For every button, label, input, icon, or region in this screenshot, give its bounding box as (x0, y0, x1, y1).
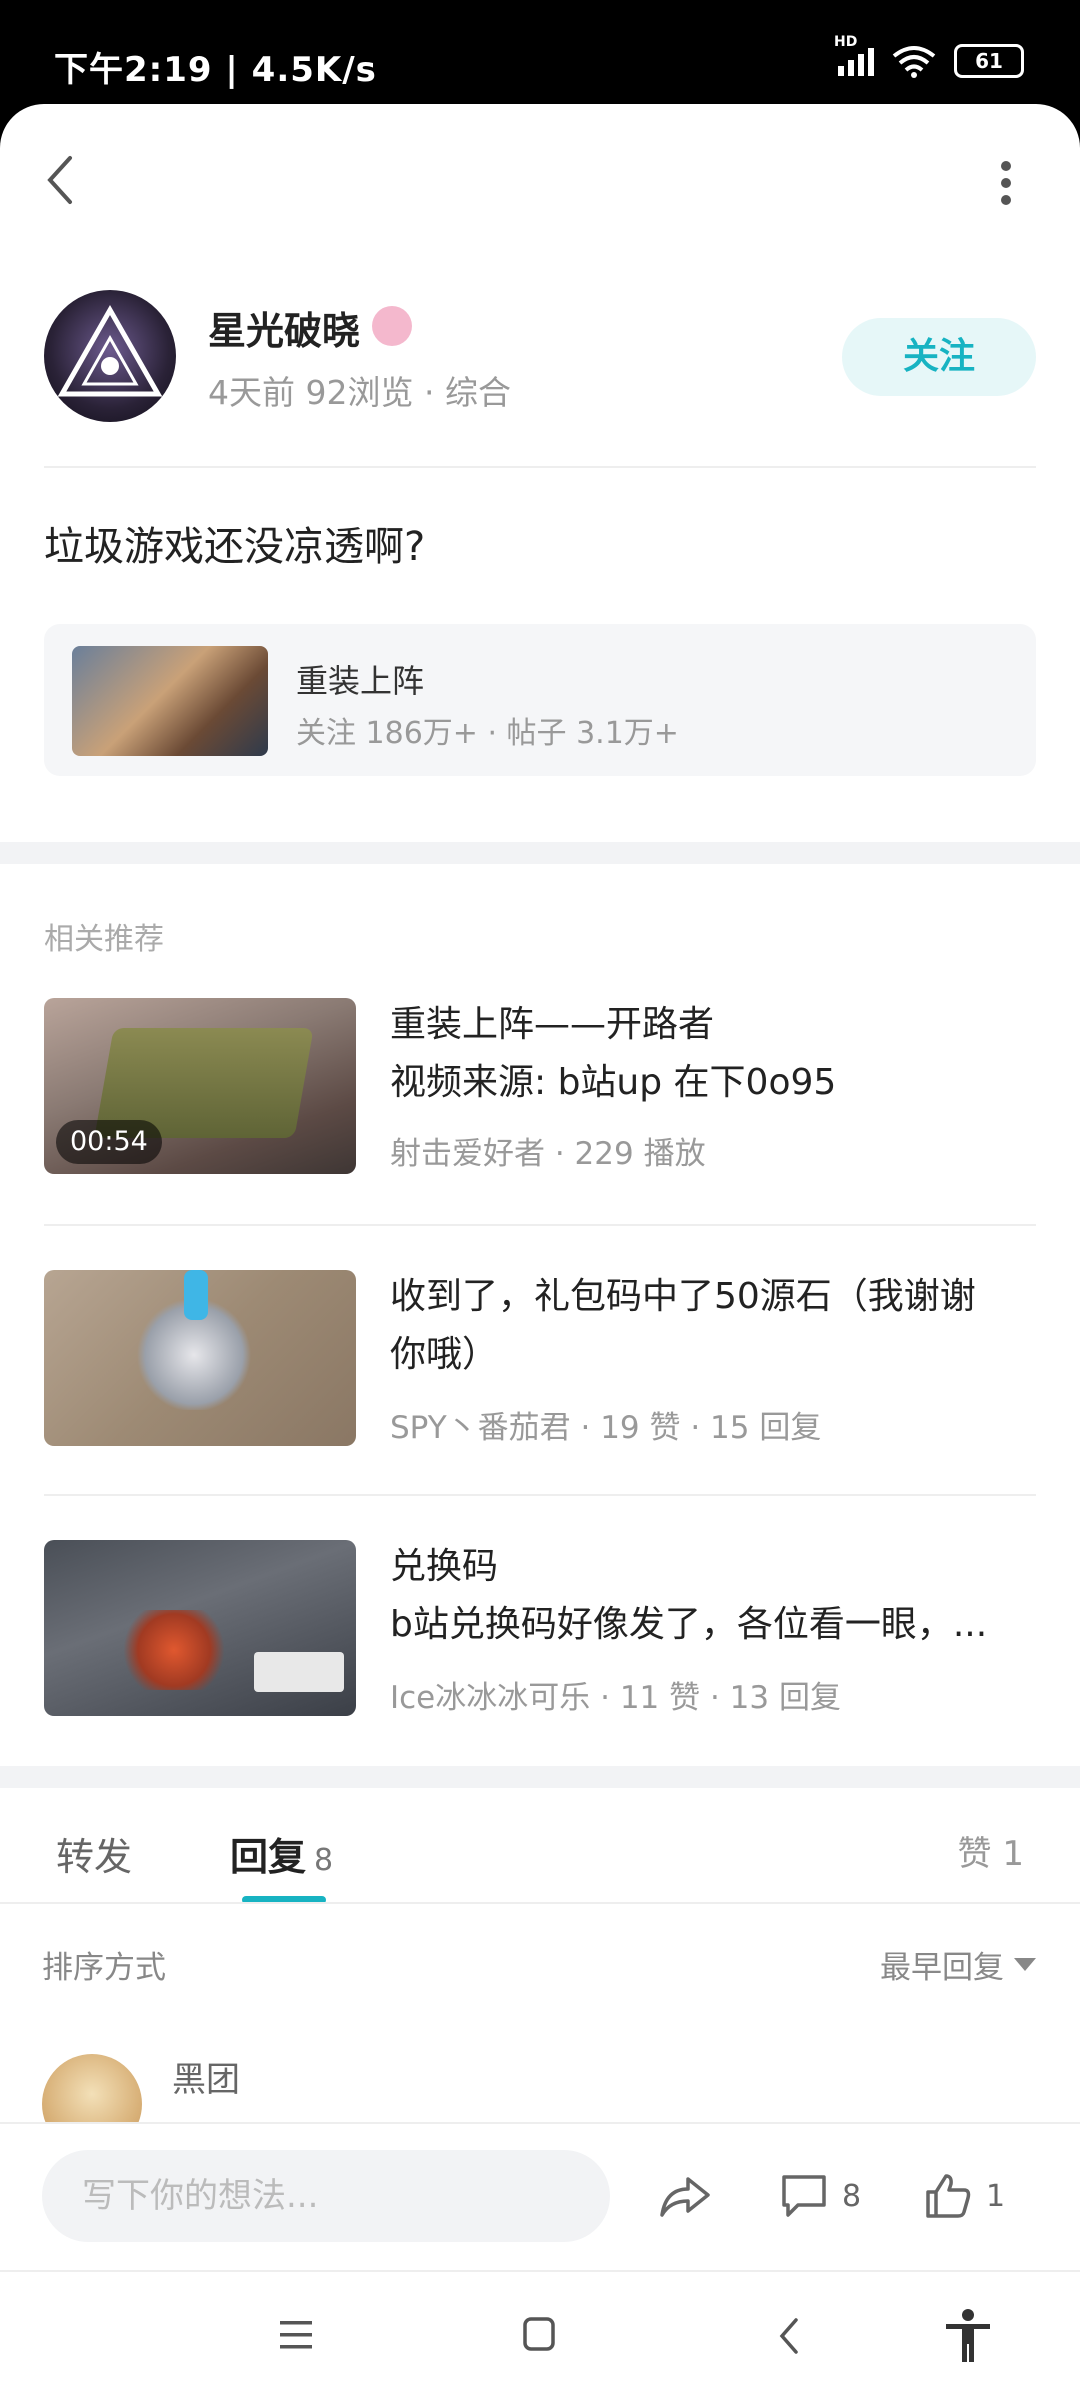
dropdown-arrow-icon (1014, 1957, 1036, 1971)
share-icon (660, 2177, 710, 2217)
recommend-title-line2: b站兑换码好像发了，各位看一眼，... (390, 1604, 988, 1645)
status-icons: HD 61 (834, 34, 1024, 78)
game-circle-name: 重装上阵 (296, 662, 425, 700)
status-bar: 下午2:19 | 4.5K/s HD 61 (0, 0, 1080, 104)
recommend-title-line2: 视频来源: b站up 在下0o95 (390, 1062, 837, 1103)
recommend-meta: SPY丶番茄君 · 19 赞 · 15 回复 (390, 1410, 822, 1446)
section-divider (0, 1766, 1080, 1788)
section-divider (0, 842, 1080, 864)
menu-icon[interactable] (278, 2318, 314, 2352)
recommend-title-line1: 兑换码 (390, 1546, 499, 1587)
recommend-thumbnail[interactable] (44, 1540, 356, 1716)
recommend-title[interactable]: 收到了，礼包码中了50源石（我谢谢 你哦） (390, 1268, 1040, 1384)
comment-button[interactable]: 8 (780, 2168, 861, 2224)
comment-count: 8 (842, 2178, 862, 2214)
post-title: 垃圾游戏还没凉透啊? (44, 524, 426, 570)
game-circle-stats: 关注 186万+ · 帖子 3.1万+ (296, 716, 679, 751)
status-time-speed: 下午2:19 | 4.5K/s (54, 50, 377, 90)
thumbs-up-icon (926, 2174, 971, 2218)
tab-reply[interactable]: 回复 8 (230, 1826, 333, 1881)
divider (44, 1224, 1036, 1226)
divider (44, 1494, 1036, 1496)
like-count: 1 (986, 2178, 1006, 2214)
follow-button[interactable]: 关注 (842, 318, 1036, 396)
recommend-thumbnail[interactable] (44, 1270, 356, 1446)
home-icon[interactable] (522, 2316, 556, 2352)
recommend-title-line2: 你哦） (390, 1334, 499, 1375)
author-badge-icon (372, 306, 412, 346)
accessibility-icon[interactable] (942, 2308, 994, 2364)
recommend-title-line1: 重装上阵——开路者 (390, 1004, 715, 1045)
recommend-title[interactable]: 兑换码 b站兑换码好像发了，各位看一眼，... (390, 1538, 1040, 1654)
nav-back-icon[interactable] (776, 2316, 802, 2356)
video-duration-badge: 00:54 (56, 1120, 162, 1164)
avatar-triangle-logo (57, 304, 163, 397)
post-meta: 4天前 92浏览 · 综合 (208, 373, 511, 412)
more-options-icon[interactable] (1000, 160, 1012, 206)
author-avatar[interactable] (44, 290, 176, 422)
recommend-section-label: 相关推荐 (44, 922, 164, 957)
battery-icon: 61 (954, 44, 1024, 78)
comment-input[interactable]: 写下你的想法... (42, 2150, 610, 2242)
tab-forward[interactable]: 转发 (56, 1826, 132, 1881)
tab-reply-count: 8 (314, 1843, 334, 1878)
wifi-icon (892, 46, 936, 78)
page-container (0, 104, 1080, 2400)
comment-icon (782, 2175, 826, 2217)
recommend-meta: 射击爱好者 · 229 播放 (390, 1136, 706, 1172)
like-button[interactable]: 1 (924, 2168, 1005, 2224)
reply-author-name[interactable]: 黑团 (172, 2052, 240, 2101)
back-icon[interactable] (40, 150, 80, 210)
recommend-title-line1: 收到了，礼包码中了50源石（我谢谢 (390, 1276, 976, 1317)
divider (44, 466, 1036, 468)
divider (0, 1902, 1080, 1904)
sort-value: 最早回复 (880, 1950, 1004, 1986)
game-circle-thumbnail (72, 646, 268, 756)
sort-dropdown[interactable]: 最早回复 (880, 1942, 1036, 1987)
tab-like[interactable]: 赞 1 (958, 1826, 1024, 1875)
author-name[interactable]: 星光破晓 (208, 300, 360, 355)
recommend-meta: Ice冰冰冰可乐 · 11 赞 · 13 回复 (390, 1680, 841, 1716)
share-button[interactable] (658, 2168, 712, 2224)
tab-reply-label: 回复 (230, 1835, 307, 1879)
signal-icon: HD (834, 34, 874, 76)
network-type-label: HD (834, 34, 858, 50)
recommend-title[interactable]: 重装上阵——开路者 视频来源: b站up 在下0o95 (390, 996, 1040, 1112)
sort-label: 排序方式 (42, 1950, 166, 1986)
